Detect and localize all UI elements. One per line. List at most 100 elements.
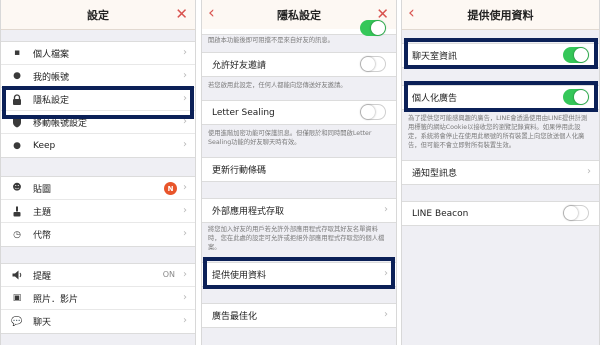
letter-sealing-toggle[interactable]	[360, 104, 386, 120]
photo-icon: ▣	[12, 293, 22, 303]
letter-sealing-label: Letter Sealing	[212, 107, 275, 118]
external-apps-group: 外部應用程式存取 ›	[202, 198, 396, 223]
new-badge: N	[164, 182, 177, 195]
letter-sealing-note: 使用進階加密功能可保護訊息。但僅限於和同時開啟Letter Sealing功能的…	[208, 130, 372, 146]
notification-messages-group: 通知型訊息 ›	[402, 160, 599, 185]
personalized-ads-label: 個人化廣告	[412, 94, 458, 104]
chat-bubble-icon: 💬	[11, 316, 23, 327]
chevron-right-icon: ›	[183, 228, 187, 239]
settings-item-coins[interactable]: ◷ 代幣 ›	[1, 223, 195, 246]
chevron-right-icon: ›	[183, 205, 187, 216]
external-apps-row[interactable]: 外部應用程式存取 ›	[202, 199, 396, 222]
chevron-right-icon: ›	[183, 139, 187, 150]
settings-item-notifications[interactable]: 提醒 ON ›	[1, 264, 195, 287]
usage-data-panel: ‹ 提供使用資料 聊天室資訊 個人化廣告 為了提供您可能感興趣的廣告，LINE會…	[401, 0, 600, 345]
line-beacon-row: LINE Beacon	[402, 202, 599, 225]
chevron-right-icon: ›	[384, 204, 388, 215]
chevron-right-icon: ›	[384, 268, 388, 279]
speaker-icon	[11, 269, 23, 281]
allow-friend-invite-toggle[interactable]	[360, 56, 386, 72]
page-title: 設定	[87, 8, 109, 22]
provide-usage-group: 提供使用資料 ›	[202, 262, 396, 287]
keep-icon: ●	[13, 140, 21, 151]
external-apps-label: 外部應用程式存取	[212, 207, 285, 217]
partial-row-top	[202, 20, 396, 36]
line-beacon-group: LINE Beacon	[402, 201, 599, 226]
block-messages-toggle[interactable]	[360, 20, 386, 36]
settings-item-profile[interactable]: ▪ 個人檔案 ›	[1, 42, 195, 65]
personalized-ads-group: 個人化廣告	[402, 85, 599, 110]
settings-item-label: 貼圖	[33, 184, 52, 195]
letter-sealing-group: Letter Sealing	[202, 100, 396, 125]
chevron-right-icon: ›	[183, 116, 187, 127]
allow-friend-invite-label: 允許好友邀請	[212, 61, 267, 71]
ad-optimization-group: 廣告最佳化 ›	[202, 303, 396, 328]
notification-messages-row[interactable]: 通知型訊息 ›	[402, 161, 599, 184]
settings-item-themes[interactable]: 主題 ›	[1, 200, 195, 223]
allow-friend-invite-note: 若您啟用此設定，任何人都能向您傳送好友邀請。	[208, 82, 347, 89]
settings-item-chats[interactable]: 💬 聊天 ›	[1, 310, 195, 333]
allow-friend-invite-row: 允許好友邀請	[202, 53, 396, 76]
settings-item-migration[interactable]: 移動帳號設定 ›	[1, 111, 195, 134]
chat-info-row: 聊天室資訊	[402, 44, 599, 67]
settings-item-label: 移動帳號設定	[33, 118, 88, 129]
clock-icon: ◷	[13, 229, 21, 240]
settings-item-account[interactable]: ● 我的帳號 ›	[1, 65, 195, 88]
ad-optimization-row[interactable]: 廣告最佳化 ›	[202, 304, 396, 327]
chat-info-group: 聊天室資訊	[402, 43, 599, 68]
update-qr-row[interactable]: 更新行動條碼	[202, 158, 396, 181]
update-qr-group: 更新行動條碼	[202, 157, 396, 182]
update-qr-label: 更新行動條碼	[212, 166, 267, 176]
person-icon: ●	[13, 71, 21, 81]
lock-icon	[11, 93, 23, 105]
page-title: 提供使用資料	[467, 8, 534, 22]
chevron-right-icon: ›	[183, 269, 187, 280]
line-beacon-toggle[interactable]	[563, 205, 589, 221]
settings-item-label: 主題	[33, 207, 52, 218]
line-beacon-label: LINE Beacon	[412, 208, 469, 219]
allow-friend-invite-group: 允許好友邀請	[202, 52, 396, 77]
settings-group-general: 提醒 ON › ▣ 照片．影片 › 💬 聊天 ›	[1, 263, 195, 334]
chat-info-label: 聊天室資訊	[412, 52, 458, 62]
settings-item-label: 個人檔案	[33, 49, 70, 60]
person-card-icon: ▪	[13, 48, 21, 58]
settings-item-photos-videos[interactable]: ▣ 照片．影片 ›	[1, 287, 195, 310]
letter-sealing-row: Letter Sealing	[202, 101, 396, 124]
block-messages-note: 開啟本功能後即可阻擋不是來自好友的訊息。	[208, 37, 334, 44]
chevron-right-icon: ›	[183, 47, 187, 58]
settings-group-content: ☻ 貼圖 N › 主題 › ◷ 代幣 ›	[1, 176, 195, 247]
brush-icon	[11, 205, 23, 217]
settings-item-stickers[interactable]: ☻ 貼圖 N ›	[1, 177, 195, 200]
settings-item-label: 代幣	[33, 231, 52, 241]
close-icon[interactable]: ✕	[175, 6, 188, 22]
settings-item-label: 隱私設定	[33, 95, 70, 106]
back-arrow-icon[interactable]: ‹	[408, 4, 415, 22]
settings-item-keep[interactable]: ● Keep ›	[1, 134, 195, 157]
settings-item-label: 我的帳號	[33, 72, 70, 83]
settings-group-account: ▪ 個人檔案 › ● 我的帳號 › 隱私設定 › 移動帳號設定 › ● Keep…	[1, 41, 195, 158]
provide-usage-row[interactable]: 提供使用資料 ›	[202, 263, 396, 286]
usage-data-header: ‹ 提供使用資料	[402, 0, 599, 30]
settings-item-label: 提醒	[33, 271, 52, 282]
personalized-ads-toggle[interactable]	[563, 89, 589, 105]
settings-item-privacy[interactable]: 隱私設定 ›	[1, 88, 195, 111]
chat-info-toggle[interactable]	[563, 47, 589, 63]
settings-item-label: 聊天	[33, 318, 52, 328]
notification-messages-label: 通知型訊息	[412, 169, 458, 179]
smiley-icon: ☻	[12, 183, 22, 193]
external-apps-note: 將您加入好友的用戶若允許外部應用程式存取其好友名單資料時，您在此處的設定可允許或…	[208, 226, 385, 251]
settings-item-label: Keep	[33, 140, 56, 151]
back-arrow-icon[interactable]: ‹	[208, 4, 215, 22]
chevron-right-icon: ›	[587, 166, 591, 177]
provide-usage-label: 提供使用資料	[212, 271, 267, 281]
chevron-right-icon: ›	[183, 93, 187, 104]
settings-panel: 設定 ✕ ▪ 個人檔案 › ● 我的帳號 › 隱私設定 › 移動帳號設定 › ●…	[0, 0, 196, 345]
ad-optimization-label: 廣告最佳化	[212, 312, 258, 322]
personalized-ads-row: 個人化廣告	[402, 86, 599, 109]
chevron-right-icon: ›	[183, 315, 187, 326]
page-title: 隱私設定	[277, 8, 321, 22]
chevron-right-icon: ›	[384, 309, 388, 320]
privacy-panel: ‹ 隱私設定 ✕ 開啟本功能後即可阻擋不是來自好友的訊息。 允許好友邀請 若您啟…	[201, 0, 397, 345]
notifications-status: ON	[162, 270, 175, 279]
settings-header: 設定 ✕	[1, 0, 195, 30]
